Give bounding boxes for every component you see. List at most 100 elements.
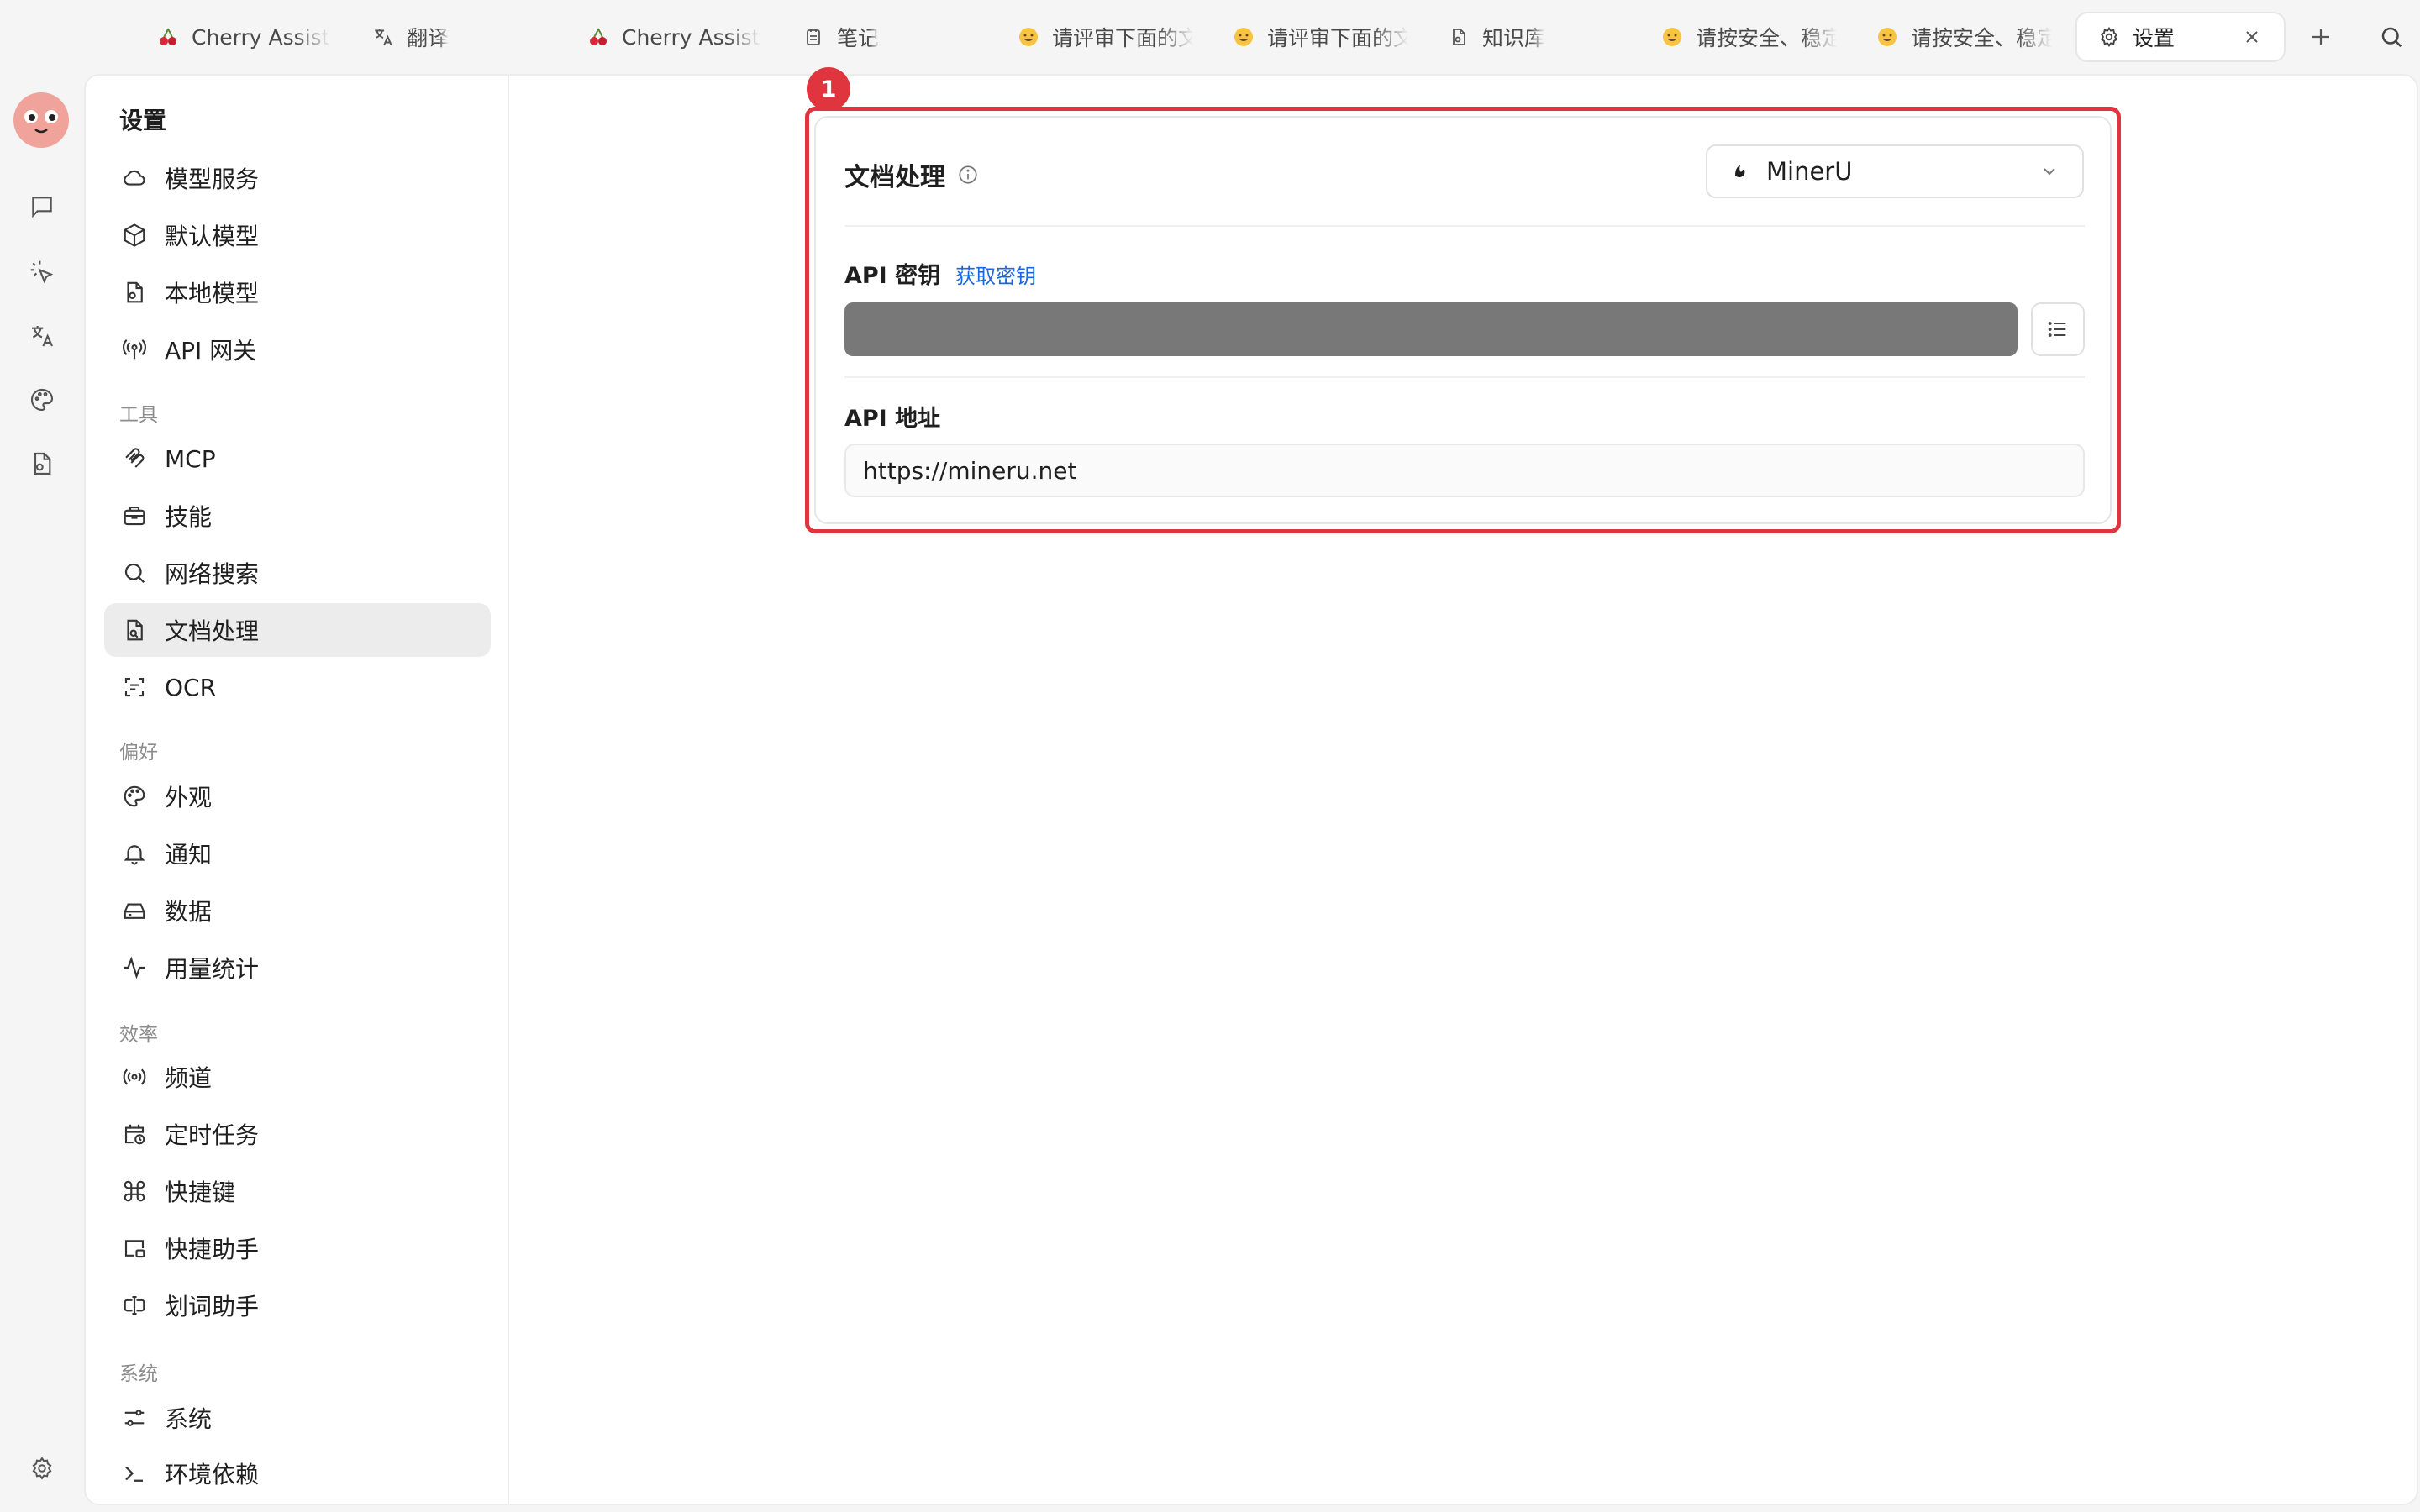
get-key-link[interactable]: 获取密钥 <box>955 260 1036 289</box>
nav-label: 环境依赖 <box>165 1461 260 1488</box>
agent-rail-button[interactable] <box>24 254 60 291</box>
activity-icon <box>121 954 148 981</box>
local-file-icon <box>121 279 148 306</box>
nav-item-skills[interactable]: 技能 <box>104 489 491 543</box>
nav-item-system[interactable]: 系统 <box>104 1391 491 1445</box>
tab-bar: Cherry Assistant 翻译 Cherry Assistant 笔记 … <box>0 0 2420 74</box>
nav-item-quick-assistant[interactable]: 快捷助手 <box>104 1221 491 1275</box>
paint-rail-button[interactable] <box>24 381 60 418</box>
tab-secure-2[interactable]: 请按安全、稳定 <box>1876 12 2052 62</box>
search-button[interactable] <box>2375 20 2408 54</box>
nav-item-usage-stats[interactable]: 用量统计 <box>104 941 491 995</box>
tab-translate[interactable]: 翻译 <box>371 12 481 62</box>
tab-settings[interactable]: 设置 <box>2075 12 2286 62</box>
provider-value: MinerU <box>1766 157 1853 186</box>
chat-rail-button[interactable] <box>24 188 60 225</box>
key-list-button[interactable] <box>2031 302 2085 356</box>
api-key-input[interactable] <box>844 302 2018 356</box>
nav-item-data[interactable]: 数据 <box>104 884 491 937</box>
broadcast-icon <box>121 1063 148 1090</box>
close-icon[interactable] <box>2240 25 2264 49</box>
nav-label: OCR <box>165 673 217 701</box>
nav-label: 系统 <box>165 1405 213 1433</box>
cloud-icon <box>121 165 148 192</box>
provider-select[interactable]: MinerU <box>1706 144 2084 198</box>
avatar[interactable] <box>13 92 69 148</box>
nav-item-default-model[interactable]: 默认模型 <box>104 208 491 262</box>
translate-rail-button[interactable] <box>24 318 60 354</box>
nav-label: 快捷助手 <box>165 1236 260 1263</box>
nav-item-notifications[interactable]: 通知 <box>104 827 491 880</box>
nav-item-document-processing[interactable]: 文档处理 <box>104 603 491 657</box>
divider <box>844 376 2085 378</box>
nav-item-channels[interactable]: 频道 <box>104 1050 491 1104</box>
settings-rail-button[interactable] <box>24 1450 60 1487</box>
settings-nav: 设置 模型服务 默认模型 本地模型 API 网关 工具 MCP 技能 网络搜索 … <box>86 76 509 1504</box>
nav-group-efficiency: 效率 <box>119 1024 158 1046</box>
tab-label: 设置 <box>2133 26 2175 50</box>
tab-notes[interactable]: 笔记 <box>802 12 911 62</box>
nav-item-model-service[interactable]: 模型服务 <box>104 151 491 205</box>
calendar-clock-icon <box>121 1121 148 1147</box>
nav-item-shortcuts[interactable]: 快捷键 <box>104 1164 491 1218</box>
card-title: 文档处理 <box>844 156 979 193</box>
nav-label: API 网关 <box>165 337 257 365</box>
nav-label: 数据 <box>165 898 213 926</box>
tab-review-1[interactable]: 请评审下面的文 <box>1017 12 1193 62</box>
mineru-logo-icon <box>1731 162 1749 181</box>
window-icon <box>121 1235 148 1262</box>
nav-label: 通知 <box>165 841 213 869</box>
nav-item-mcp[interactable]: MCP <box>104 432 491 486</box>
tab-review-2[interactable]: 请评审下面的文 <box>1232 12 1408 62</box>
nav-label: 网络搜索 <box>165 560 260 588</box>
nav-label: MCP <box>165 444 216 473</box>
nav-label: 文档处理 <box>165 617 260 645</box>
tab-cherry-assistant-1[interactable]: Cherry Assistant <box>156 12 331 62</box>
scan-icon <box>121 674 148 701</box>
translate-icon <box>371 25 395 49</box>
nav-item-appearance[interactable]: 外观 <box>104 769 491 823</box>
nav-label: 本地模型 <box>165 280 260 307</box>
cherry-icon <box>587 25 610 49</box>
bell-icon <box>121 840 148 867</box>
api-url-label: API 地址 <box>844 400 940 433</box>
text-select-icon <box>121 1292 148 1319</box>
nav-item-scheduled-tasks[interactable]: 定时任务 <box>104 1107 491 1161</box>
nav-group-system: 系统 <box>119 1363 158 1385</box>
antenna-icon <box>121 336 148 363</box>
nav-label: 快捷键 <box>165 1179 236 1206</box>
nav-label: 用量统计 <box>165 955 260 983</box>
tab-knowledge[interactable]: 知识库 <box>1447 12 1573 62</box>
nav-label: 模型服务 <box>165 165 260 193</box>
files-rail-button[interactable] <box>24 445 60 482</box>
grin-emoji-icon <box>1232 25 1255 49</box>
tab-cherry-assistant-2[interactable]: Cherry Assistant <box>587 12 761 62</box>
tab-label: 笔记 <box>837 26 880 50</box>
tab-label: 请评审下面的文 <box>1052 26 1193 50</box>
nav-item-selection-assistant[interactable]: 划词助手 <box>104 1278 491 1332</box>
tab-label: Cherry Assistant <box>192 24 331 50</box>
api-url-input[interactable]: https://mineru.net <box>844 444 2085 497</box>
nav-group-preferences: 偏好 <box>119 742 158 764</box>
nav-item-local-model[interactable]: 本地模型 <box>104 265 491 319</box>
divider <box>844 225 2085 227</box>
toolbox-icon <box>121 502 148 529</box>
nav-item-ocr[interactable]: OCR <box>104 660 491 714</box>
nav-item-api-gateway[interactable]: API 网关 <box>104 323 491 376</box>
nav-item-environment[interactable]: 环境依赖 <box>104 1446 491 1500</box>
add-tab-button[interactable] <box>2304 20 2338 54</box>
chevron-down-icon <box>2040 162 2059 181</box>
nav-group-tools: 工具 <box>119 404 158 426</box>
search-icon <box>2379 24 2404 50</box>
grin-emoji-icon <box>1660 25 1684 49</box>
tab-secure-1[interactable]: 请按安全、稳定 <box>1660 12 1837 62</box>
chat-icon <box>29 193 55 220</box>
nav-label: 外观 <box>165 784 213 811</box>
local-file-icon <box>29 450 55 477</box>
list-icon <box>2046 318 2070 341</box>
info-icon[interactable] <box>957 164 979 186</box>
terminal-icon <box>121 1460 148 1487</box>
nav-item-web-search[interactable]: 网络搜索 <box>104 546 491 600</box>
api-url-label-text: API 地址 <box>844 406 941 432</box>
api-key-label: API 密钥 获取密钥 <box>844 257 1036 290</box>
